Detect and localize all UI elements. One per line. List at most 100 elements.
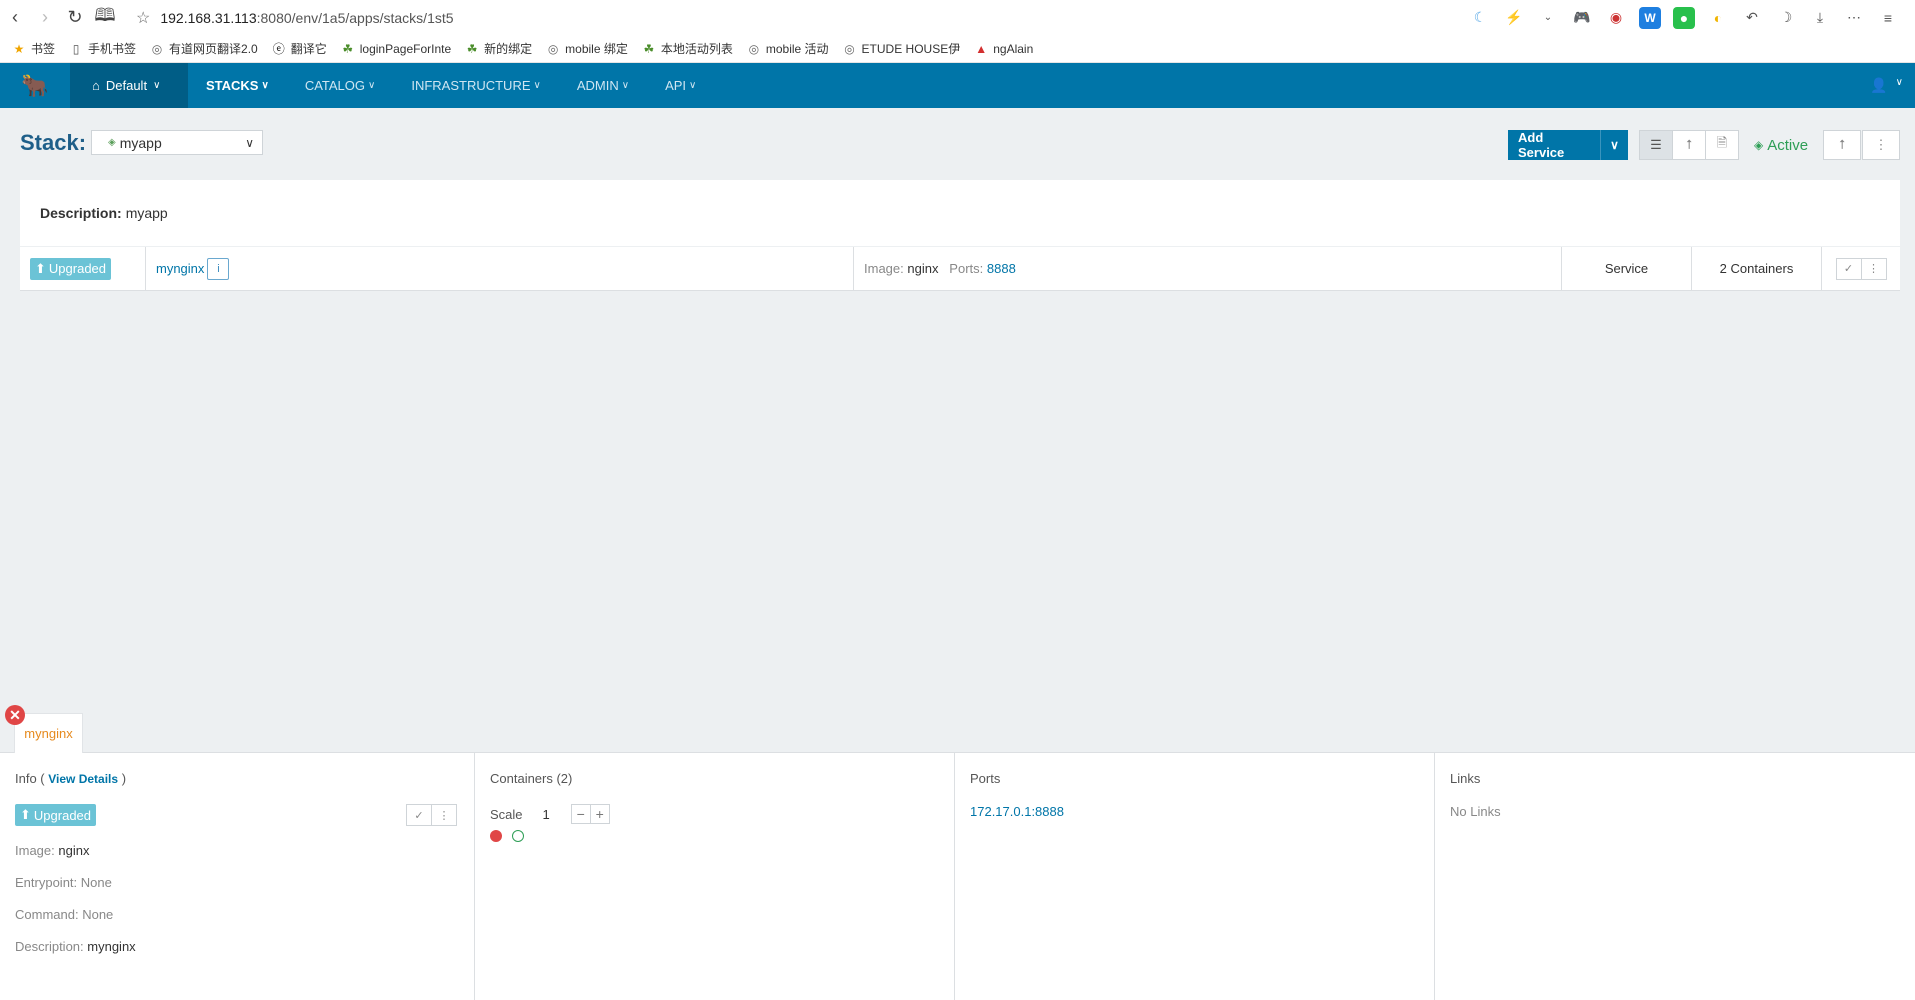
bookmark-item[interactable]: ★ 书签 <box>12 40 55 57</box>
info-title: Info ( View Details ) <box>15 771 459 786</box>
image-line: Image: nginx <box>15 843 459 858</box>
check-icon[interactable]: ✓ <box>406 804 432 826</box>
add-service-button[interactable]: Add Service ∨ <box>1508 130 1628 160</box>
nav-admin[interactable]: ADMIN ∨ <box>559 63 647 108</box>
stack-description: Description: myapp <box>20 180 1900 246</box>
nav-stacks[interactable]: STACKS ∨ <box>188 63 287 108</box>
nav-stacks-label: STACKS <box>206 78 259 93</box>
description-label: Description: <box>15 939 84 954</box>
reader-icon[interactable]: 🕮 <box>90 3 120 33</box>
bookmark-item[interactable]: ◎ mobile 活动 <box>747 40 829 57</box>
moon-ext-icon[interactable]: ◐ <box>1707 7 1729 29</box>
download-icon[interactable]: ⤓ <box>1809 7 1831 29</box>
more-icon[interactable]: ⋯ <box>1843 7 1865 29</box>
minus-icon[interactable]: − <box>570 804 591 824</box>
status-badge: ⬆ Upgraded <box>15 804 97 826</box>
view-details-link[interactable]: View Details <box>48 772 118 786</box>
top-nav: 🐂 ⌂ Default ∨ STACKS ∨ CATALOG ∨ INFRASTRU… <box>0 63 1915 108</box>
globe-icon: ◎ <box>844 41 855 56</box>
chevron-down-icon: ∨ <box>261 80 269 91</box>
chevron-down-icon[interactable]: ⌄ <box>1537 7 1559 29</box>
check-icon[interactable]: ✓ <box>1835 257 1862 280</box>
links-value: No Links <box>1450 804 1501 819</box>
name-cell: mynginx i <box>146 247 854 290</box>
close-icon[interactable]: ✕ <box>5 705 25 725</box>
back-icon[interactable]: ‹ <box>0 3 30 33</box>
list-view-icon[interactable]: ☰ <box>1639 130 1673 160</box>
plus-icon[interactable]: + <box>589 804 610 824</box>
bookmark-item[interactable]: ◎ ETUDE HOUSE伊 <box>843 40 960 57</box>
undo-icon[interactable]: ↶ <box>1741 7 1763 29</box>
more-actions-icon[interactable]: ⋮ <box>431 804 457 826</box>
bookmark-item[interactable]: ☘ 新的绑定 <box>465 40 532 57</box>
bookmark-item[interactable]: ⓔ 翻译它 <box>272 40 327 57</box>
actions-cell: ✓ ⋮ <box>1822 247 1900 290</box>
leaf-icon: ☘ <box>643 41 655 56</box>
containers-cell: 2 Containers <box>1692 247 1822 290</box>
bookmark-item[interactable]: ☘ loginPageForInte <box>341 42 451 56</box>
nav-api[interactable]: API ∨ <box>647 63 714 108</box>
nav-catalog[interactable]: CATALOG ∨ <box>287 63 394 108</box>
globe-icon: ◎ <box>151 41 163 56</box>
port-link[interactable]: 8888 <box>987 261 1016 276</box>
service-detail-panel: Info ( View Details ) ⬆ Upgraded ✓ ⋮ Ima… <box>0 752 1915 1000</box>
service-name-link[interactable]: mynginx <box>156 261 204 276</box>
image-label: Image: <box>864 261 904 276</box>
wechat-icon[interactable]: ● <box>1673 6 1695 29</box>
night-mode-icon[interactable]: ☽ <box>1775 7 1797 29</box>
user-menu[interactable]: 👤 ∨ <box>1870 77 1915 94</box>
page-title: Stack: <box>20 130 87 155</box>
w-ext-icon[interactable]: W <box>1639 6 1661 29</box>
graph-view-icon[interactable]: ⭡ <box>1672 130 1706 160</box>
rancher-logo-icon[interactable]: 🐂 <box>0 63 70 108</box>
bookmark-label: 手机书签 <box>88 42 137 56</box>
speed-icon[interactable]: ☾ <box>1469 7 1491 29</box>
panel-tab[interactable]: mynginx <box>14 713 83 753</box>
bookmark-item[interactable]: ◎ mobile 绑定 <box>546 40 628 57</box>
bookmark-item[interactable]: ▯ 手机书签 <box>69 40 136 57</box>
bookmark-star-icon[interactable]: ☆ <box>136 8 150 28</box>
links-title: Links <box>1450 771 1481 786</box>
container-error-icon[interactable] <box>490 830 502 842</box>
status-badge-label: Upgraded <box>33 807 92 823</box>
add-service-label: Add Service <box>1518 130 1565 160</box>
nav-admin-label: ADMIN <box>576 78 619 93</box>
game-icon[interactable]: 🎮 <box>1571 7 1593 29</box>
bookmark-label: loginPageForInte <box>359 41 452 56</box>
description-label: Description: <box>40 205 122 221</box>
bookmark-item[interactable]: ☘ 本地活动列表 <box>642 40 733 57</box>
url-path: :8080/env/1a5/apps/stacks/1st5 <box>256 9 454 26</box>
forward-icon[interactable]: › <box>30 3 60 33</box>
angular-ext-icon[interactable]: ◉ <box>1605 7 1627 29</box>
compose-view-icon[interactable]: 🗎 <box>1705 130 1739 160</box>
info-title-text: Info ( <box>15 771 45 786</box>
bookmark-item[interactable]: ◎ 有道网页翻译2.0 <box>150 40 258 57</box>
more-actions-icon[interactable]: ⋮ <box>1860 257 1887 280</box>
port-link[interactable]: 172.17.0.1:8888 <box>970 804 1064 819</box>
more-actions-icon[interactable]: ⋮ <box>1862 130 1900 160</box>
container-running-icon[interactable] <box>511 830 524 842</box>
ports-title: Ports <box>970 771 1001 786</box>
bookmark-label: mobile 绑定 <box>565 42 628 56</box>
containers-title: Containers (2) <box>490 771 573 786</box>
leaf-icon: ☘ <box>342 41 354 56</box>
image-value: nginx <box>58 843 90 858</box>
env-label: Default <box>105 78 148 93</box>
bookmark-item[interactable]: ▲ ngAlain <box>974 42 1033 56</box>
bookmarks-bar: ★ 书签 ▯ 手机书签 ◎ 有道网页翻译2.0 ⓔ 翻译它 ☘ loginPageForInte ☘… <box>0 35 1915 63</box>
info-icon[interactable]: i <box>207 257 230 280</box>
container-dots <box>490 830 939 845</box>
image-value: nginx <box>907 261 939 276</box>
leaf-icon: ☘ <box>466 41 478 56</box>
menu-icon[interactable]: ≡ <box>1877 7 1899 29</box>
image-cell: Image: nginx Ports: 8888 <box>854 247 1562 290</box>
share-icon[interactable]: ⭡ <box>1823 130 1861 160</box>
flash-icon[interactable]: ⚡ <box>1503 7 1525 29</box>
chevron-down-icon[interactable]: ∨ <box>1600 130 1628 160</box>
reload-icon[interactable]: ↻ <box>60 3 90 33</box>
stack-select[interactable]: ◈ myapp ∨ <box>91 130 263 155</box>
bookmark-label: 本地活动列表 <box>660 42 733 56</box>
environment-switcher[interactable]: ⌂ Default ∨ <box>70 63 188 108</box>
nav-infrastructure[interactable]: INFRASTRUCTURE ∨ <box>393 63 559 108</box>
address-bar[interactable]: ☆ 192.168.31.113 :8080/env/1a5/apps/stac… <box>130 5 1469 31</box>
